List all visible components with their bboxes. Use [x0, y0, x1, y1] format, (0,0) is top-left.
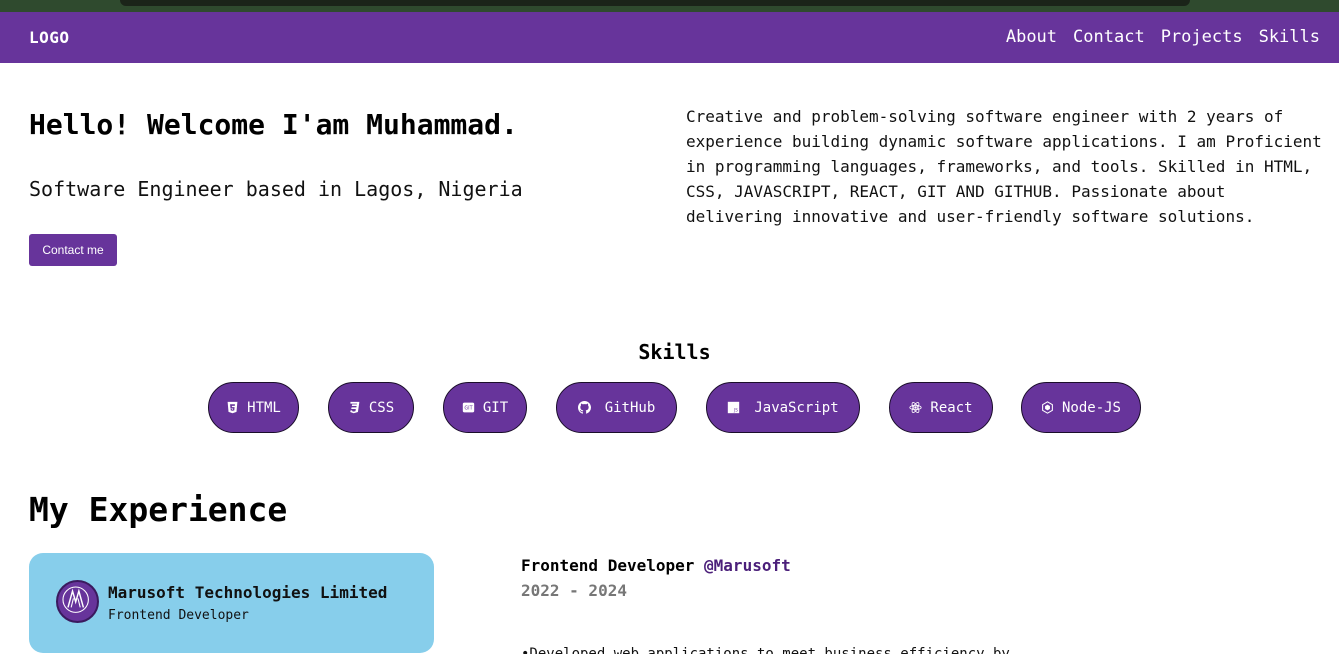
skill-pill-react[interactable]: React	[889, 382, 993, 433]
top-strip-bar	[120, 0, 1190, 6]
react-icon	[909, 402, 923, 413]
company-role: Frontend Developer	[108, 608, 249, 623]
experience-title: My Experience	[29, 490, 288, 529]
job-description: •Developed web applications to meet busi…	[521, 646, 1010, 654]
skill-label-react: React	[930, 399, 973, 416]
javascript-icon: JS	[728, 401, 740, 414]
skill-pill-git[interactable]: GIT GIT	[443, 382, 527, 433]
company-logo	[56, 580, 99, 623]
job-dates: 2022 - 2024	[521, 581, 627, 600]
css3-icon	[350, 401, 360, 414]
hero-description: Creative and problem-solving software en…	[686, 107, 1322, 226]
nav-links: About Contact Projects Skills	[1006, 27, 1320, 47]
skill-label-git: GIT	[482, 399, 509, 416]
skills-title: Skills	[638, 340, 711, 364]
hero-subtitle: Software Engineer based in Lagos, Nigeri…	[29, 177, 523, 201]
company-name: Marusoft Technologies Limited	[108, 583, 388, 602]
navbar: LOGO About Contact Projects Skills	[0, 12, 1339, 63]
skill-pill-html[interactable]: HTML	[208, 382, 299, 433]
nav-link-skills[interactable]: Skills	[1259, 27, 1320, 47]
svg-text:GIT: GIT	[464, 406, 472, 412]
nav-link-projects[interactable]: Projects	[1161, 27, 1243, 47]
nodejs-icon	[1042, 401, 1053, 414]
git-icon: GIT	[462, 402, 475, 413]
skill-label-nodejs: Node-JS	[1061, 399, 1121, 416]
logo[interactable]: LOGO	[29, 28, 70, 47]
github-icon	[577, 401, 591, 414]
skill-label-javascript: JavaScript	[754, 399, 839, 416]
skill-pill-css[interactable]: CSS	[328, 382, 414, 433]
job-company: @Marusoft	[704, 556, 791, 575]
skill-label-html: HTML	[247, 399, 281, 416]
nav-link-about[interactable]: About	[1006, 27, 1057, 47]
skill-label-github: GitHub	[604, 399, 656, 416]
svg-text:JS: JS	[733, 408, 738, 413]
company-card[interactable]: Marusoft Technologies Limited Frontend D…	[29, 553, 434, 653]
job-title: Frontend Developer @Marusoft	[521, 556, 791, 575]
hero-title: Hello! Welcome I'am Muhammad.	[29, 108, 518, 141]
marusoft-logo-icon	[62, 586, 89, 613]
browser-top-strip	[0, 0, 1339, 12]
skill-pill-github[interactable]: GitHub	[556, 382, 677, 433]
contact-me-button[interactable]: Contact me	[29, 234, 117, 266]
skill-pill-nodejs[interactable]: Node-JS	[1021, 382, 1141, 433]
skill-label-css: CSS	[368, 399, 395, 416]
skill-pill-javascript[interactable]: JS JavaScript	[706, 382, 860, 433]
nav-link-contact[interactable]: Contact	[1073, 27, 1145, 47]
job-role: Frontend Developer	[521, 556, 705, 575]
html5-icon	[227, 401, 238, 414]
